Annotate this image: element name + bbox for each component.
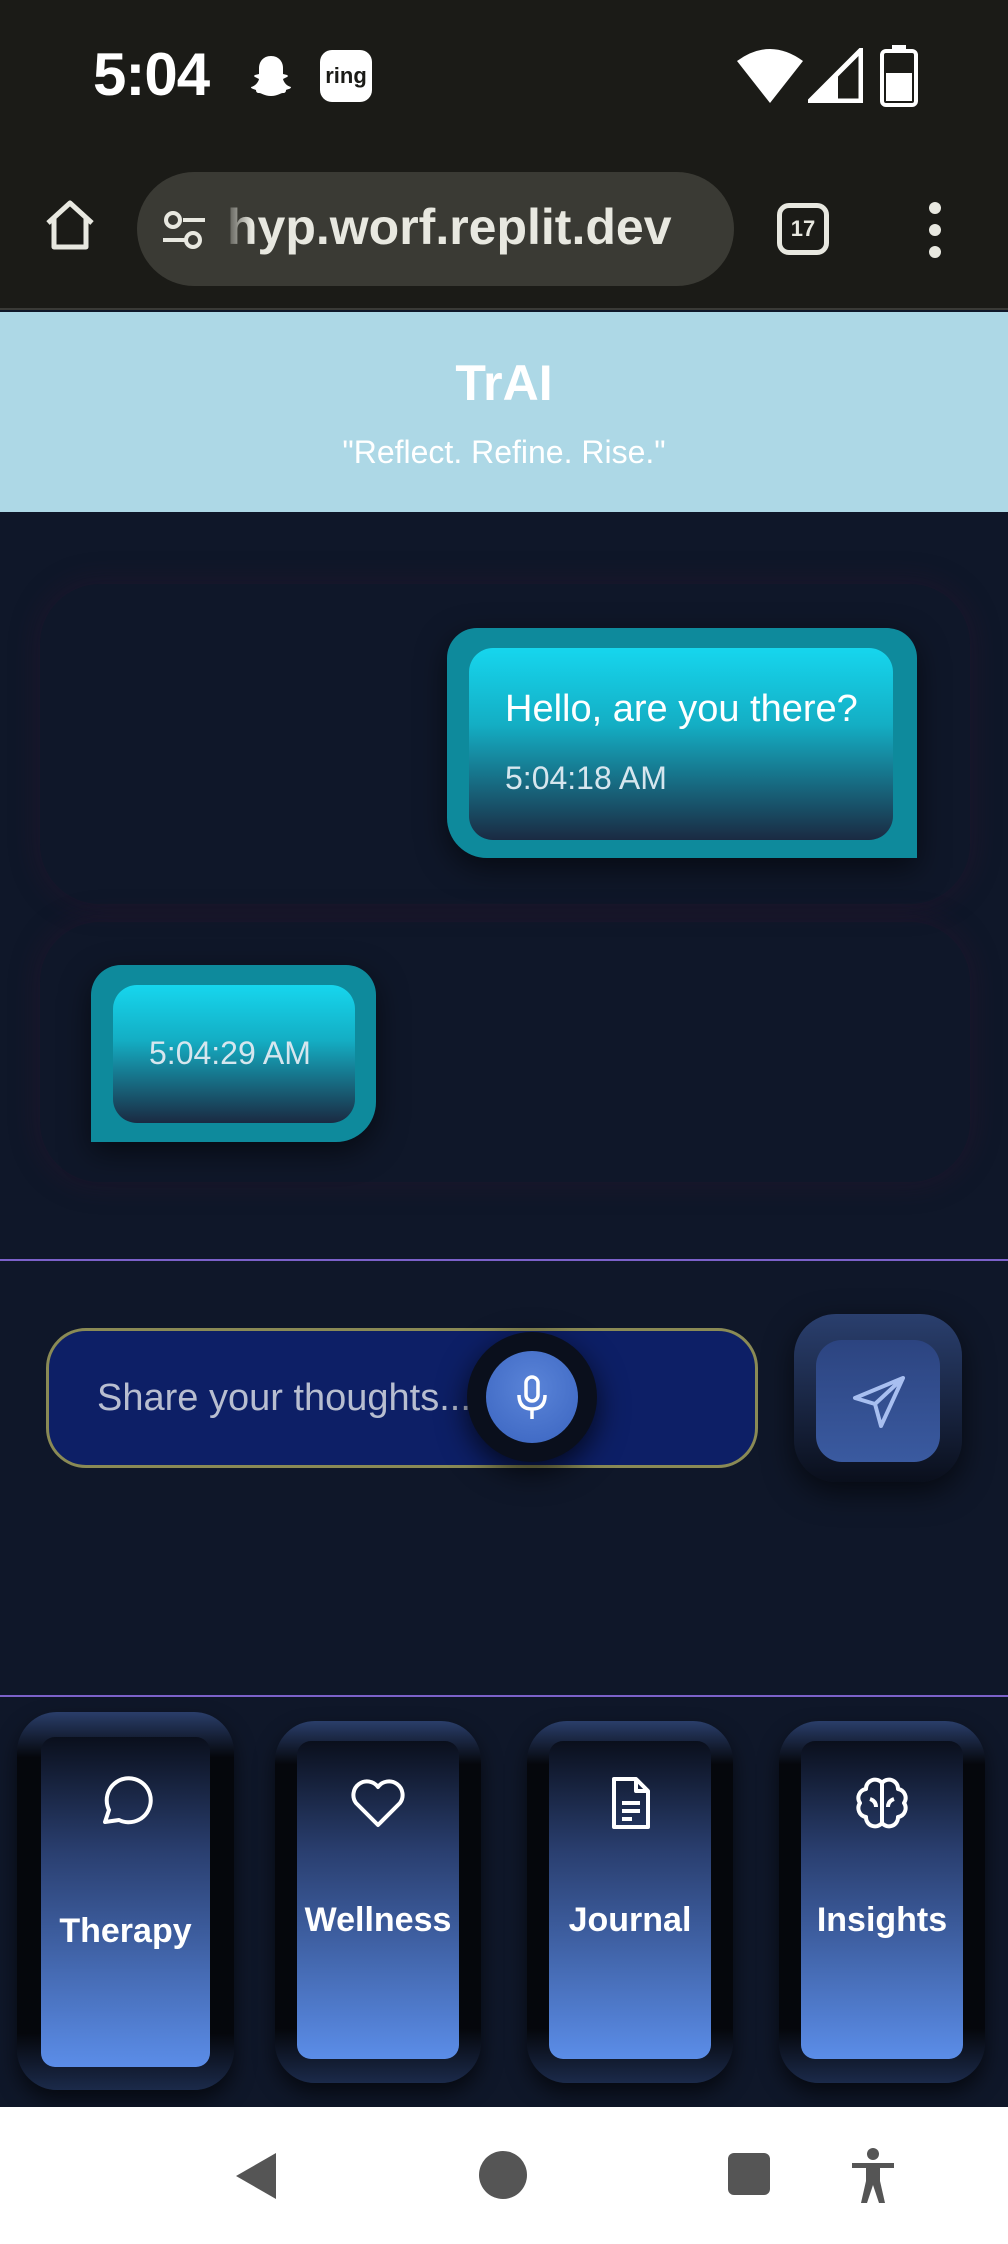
user-message-bubble: Hello, are you there? 5:04:18 AM [447, 628, 917, 858]
microphone-icon [517, 1375, 547, 1419]
chat-bubble-icon [103, 1776, 153, 1825]
site-settings-icon[interactable] [159, 205, 209, 255]
bottom-nav: Therapy Wellness Journal Insights [0, 1697, 1008, 2107]
address-bar[interactable]: hyp.worf.replit.dev [137, 172, 734, 286]
signal-icon [808, 48, 863, 103]
chat-area[interactable]: Hello, are you there? 5:04:18 AM 5:04:29… [0, 512, 1008, 1260]
app-header: TrAI "Reflect. Refine. Rise." [0, 312, 1008, 512]
ring-icon: ring [320, 50, 372, 102]
microphone-button[interactable] [467, 1332, 597, 1462]
nav-tab-journal[interactable]: Journal [527, 1721, 733, 2083]
composer [0, 1262, 1008, 1695]
divider [0, 1259, 1008, 1261]
recents-icon[interactable] [726, 2151, 772, 2197]
heart-icon [351, 1779, 405, 1827]
nav-tab-label: Insights [816, 1901, 948, 1939]
nav-tab-therapy[interactable]: Therapy [17, 1712, 234, 2090]
app-title: TrAI [455, 355, 553, 411]
system-navigation-bar [0, 2107, 1008, 2244]
send-button[interactable] [794, 1314, 962, 1482]
send-icon [853, 1376, 905, 1428]
user-message-body: Hello, are you there? 5:04:18 AM [469, 648, 893, 840]
assistant-message-bubble: 5:04:29 AM [91, 965, 376, 1142]
back-icon[interactable] [232, 2149, 280, 2203]
nav-tab-wellness[interactable]: Wellness [275, 1721, 481, 2083]
nav-tab-insights[interactable]: Insights [779, 1721, 985, 2083]
document-icon [612, 1777, 650, 1829]
battery-icon [880, 45, 918, 107]
wifi-icon [737, 49, 803, 103]
more-menu-icon[interactable] [925, 202, 945, 258]
home-circle-icon[interactable] [477, 2149, 529, 2201]
snapchat-icon [251, 56, 291, 96]
accessibility-icon[interactable] [848, 2147, 898, 2205]
message-input[interactable] [46, 1328, 758, 1468]
nav-tab-label: Therapy [59, 1912, 192, 1950]
app-tagline: "Reflect. Refine. Rise." [342, 434, 666, 470]
url-text[interactable]: hyp.worf.replit.dev [227, 198, 727, 256]
browser-toolbar: hyp.worf.replit.dev 17 [0, 150, 1008, 310]
url-fade [222, 172, 252, 286]
assistant-message-body: 5:04:29 AM [113, 985, 355, 1123]
home-icon[interactable] [40, 195, 100, 255]
message-timestamp: 5:04:29 AM [149, 1035, 311, 1071]
status-bar: 5:04 ring [0, 0, 1008, 150]
nav-tab-label: Journal [568, 1901, 692, 1939]
message-text: Hello, are you there? [505, 688, 858, 730]
status-time: 5:04 [93, 41, 210, 108]
nav-tab-label: Wellness [304, 1901, 452, 1939]
tabs-icon[interactable]: 17 [777, 203, 829, 255]
brain-icon [856, 1777, 908, 1829]
message-timestamp: 5:04:18 AM [505, 760, 667, 796]
